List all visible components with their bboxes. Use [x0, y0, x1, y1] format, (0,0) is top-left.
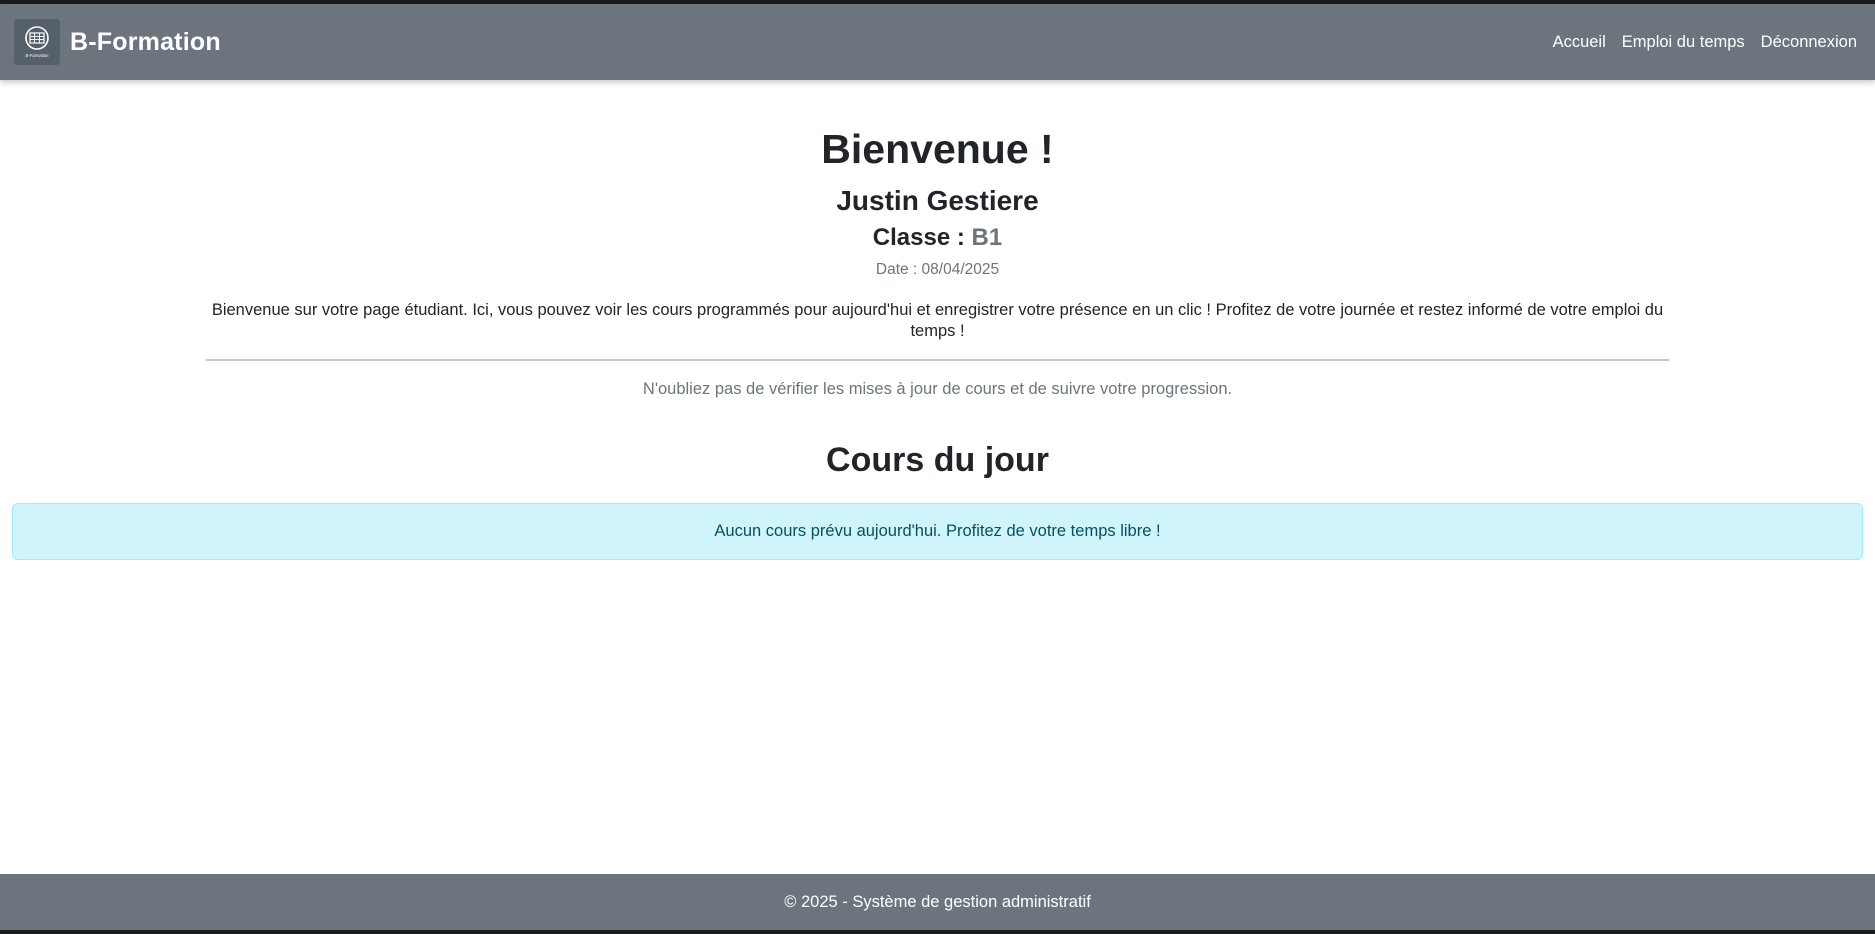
reminder-text: N'oubliez pas de vérifier les mises à jo…	[642, 379, 1233, 398]
main-content: Bienvenue ! Justin Gestiere Classe : B1 …	[0, 80, 1875, 560]
courses-title: Cours du jour	[826, 440, 1049, 479]
no-courses-alert: Aucun cours prévu aujourd'hui. Profitez …	[12, 502, 1863, 560]
class-label: Classe :	[872, 223, 972, 251]
page: B-Formation B-Formation Accueil Emploi d…	[0, 0, 1875, 934]
navbar: B-Formation B-Formation Accueil Emploi d…	[0, 4, 1875, 80]
divider	[206, 358, 1669, 361]
footer-text: © 2025 - Système de gestion administrati…	[784, 892, 1091, 911]
window-bottom-border	[0, 930, 1875, 934]
welcome-title: Bienvenue !	[821, 126, 1054, 172]
nav-link-accueil[interactable]: Accueil	[1553, 33, 1606, 52]
logo-caption: B-Formation	[25, 53, 49, 58]
student-name: Justin Gestiere	[836, 185, 1039, 217]
nav-link-deconnexion[interactable]: Déconnexion	[1761, 33, 1857, 52]
brand-link[interactable]: B-Formation B-Formation	[14, 19, 221, 65]
no-courses-message: Aucun cours prévu aujourd'hui. Profitez …	[714, 521, 1161, 540]
b-formation-logo-icon: B-Formation	[14, 19, 60, 65]
class-line: Classe : B1	[0, 224, 1875, 253]
brand-name: B-Formation	[70, 27, 221, 56]
date-text: Date : 08/04/2025	[875, 261, 1000, 279]
nav-links: Accueil Emploi du temps Déconnexion	[1553, 33, 1861, 52]
footer: © 2025 - Système de gestion administrati…	[0, 874, 1875, 930]
nav-link-emploi-du-temps[interactable]: Emploi du temps	[1622, 33, 1745, 52]
intro-text: Bienvenue sur votre page étudiant. Ici, …	[211, 300, 1664, 341]
class-value: B1	[971, 223, 1003, 251]
